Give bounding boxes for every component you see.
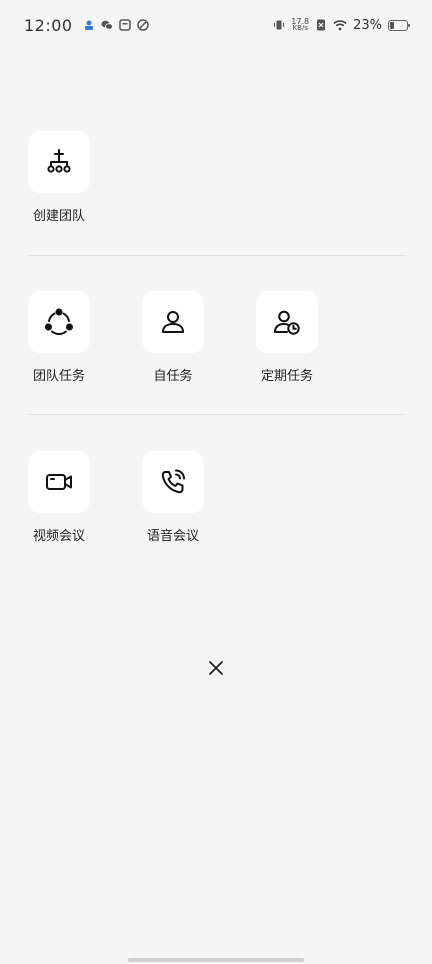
video-meeting-icon-box <box>28 451 90 513</box>
personal-task-button[interactable]: 自任务 <box>142 291 204 384</box>
wifi-icon <box>333 20 347 31</box>
personal-task-icon-box <box>142 291 204 353</box>
scheduled-task-icon-box <box>256 291 318 353</box>
video-meeting-button[interactable]: 视频会议 <box>28 451 90 544</box>
screen: 12:00 17.8 KB/s 23% 创建团队 团队任务 自任务 定期任务 视… <box>0 0 432 964</box>
home-indicator[interactable] <box>128 958 304 962</box>
voice-meeting-label: 语音会议 <box>146 529 199 544</box>
video-camera-icon <box>46 474 72 490</box>
section-meetings: 视频会议 语音会议 <box>28 451 406 544</box>
divider-2 <box>28 414 406 415</box>
network-speed: 17.8 KB/s <box>291 18 309 32</box>
personal-task-icon <box>162 311 184 333</box>
notification-box-icon <box>118 19 131 31</box>
voice-meeting-icon-box <box>142 451 204 513</box>
team-task-icon-box <box>28 291 90 353</box>
team-task-icon <box>45 308 73 336</box>
team-task-label: 团队任务 <box>32 369 85 384</box>
create-team-button[interactable]: 创建团队 <box>28 131 90 224</box>
notification-app-icon <box>84 20 93 30</box>
phone-call-icon <box>161 469 185 494</box>
wechat-icon <box>101 20 113 30</box>
scheduled-task-icon <box>274 310 300 335</box>
network-speed-unit: KB/s <box>292 24 308 32</box>
clock: 12:00 <box>24 15 73 35</box>
notification-app-icon-2 <box>136 19 149 31</box>
vibrate-icon <box>274 20 285 30</box>
status-bar-right: 17.8 KB/s 23% <box>273 17 410 33</box>
section-create: 创建团队 <box>28 131 406 224</box>
no-sim-icon <box>317 19 326 31</box>
team-task-button[interactable]: 团队任务 <box>28 291 90 384</box>
video-meeting-label: 视频会议 <box>32 529 85 544</box>
divider-1 <box>28 255 406 256</box>
scheduled-task-label: 定期任务 <box>260 369 313 384</box>
create-team-icon-box <box>28 131 90 193</box>
battery-level <box>390 21 394 29</box>
close-button[interactable] <box>204 656 228 680</box>
battery-icon <box>388 19 410 31</box>
status-bar-left: 12:00 <box>24 16 149 35</box>
create-team-icon <box>47 149 71 173</box>
create-team-label: 创建团队 <box>32 209 85 224</box>
personal-task-label: 自任务 <box>153 369 193 384</box>
status-bar: 12:00 17.8 KB/s 23% <box>0 0 432 50</box>
section-tasks: 团队任务 自任务 定期任务 <box>28 291 406 384</box>
battery-percent: 23% <box>353 17 382 33</box>
scheduled-task-button[interactable]: 定期任务 <box>256 291 318 384</box>
voice-meeting-button[interactable]: 语音会议 <box>142 451 204 544</box>
close-icon <box>209 661 223 675</box>
